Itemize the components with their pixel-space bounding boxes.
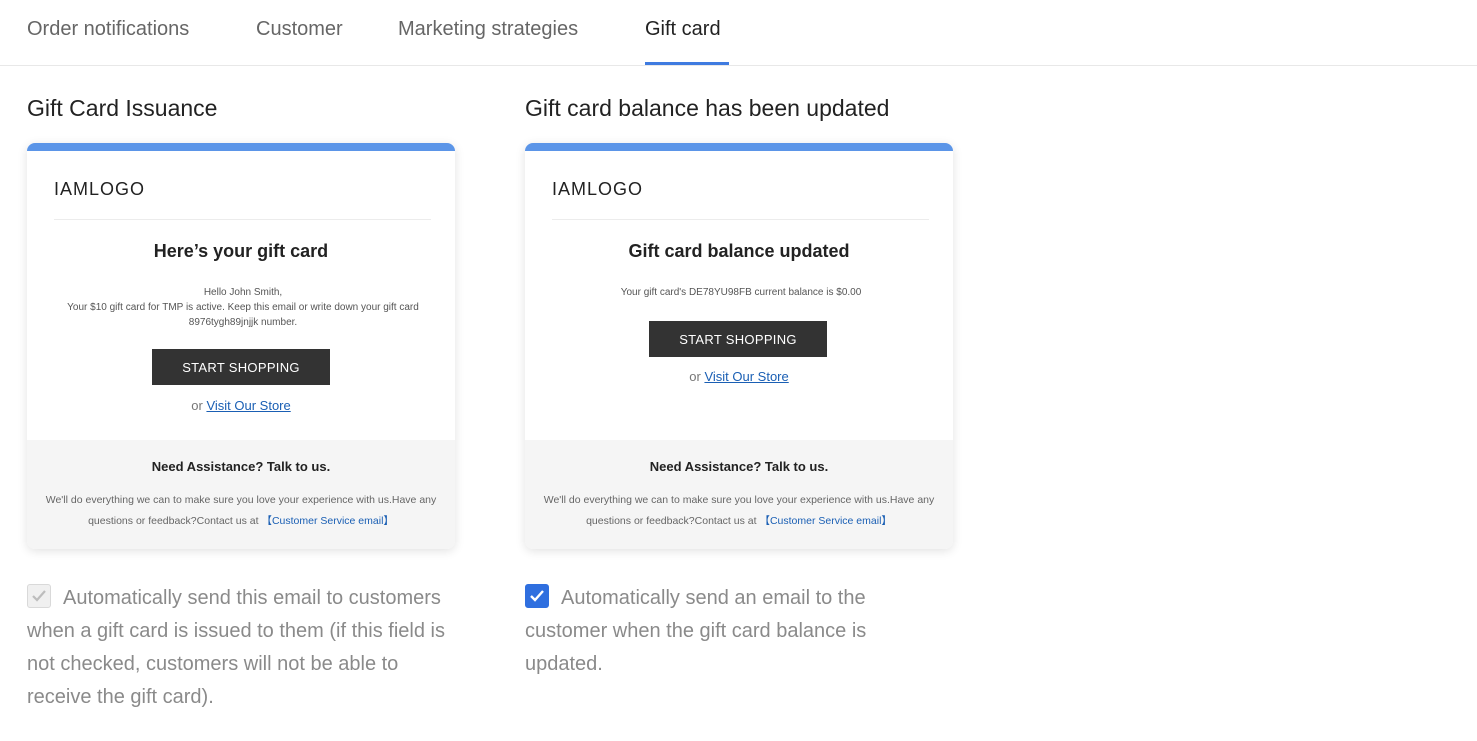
email-footer: Need Assistance? Talk to us. We'll do ev…	[27, 440, 455, 549]
email-footer: Need Assistance? Talk to us. We'll do ev…	[525, 440, 953, 549]
section-title-issuance: Gift Card Issuance	[27, 95, 218, 121]
email-heading: Here’s your gift card	[153, 241, 329, 261]
active-tab-indicator	[645, 62, 729, 65]
footer-title: Need Assistance? Talk to us.	[151, 459, 331, 474]
start-shopping-button[interactable]: START SHOPPING	[152, 349, 330, 385]
visit-store-link[interactable]: Visit Our Store	[704, 369, 788, 384]
customer-service-link[interactable]: 【Customer Service email】	[759, 515, 891, 527]
email-logo: IAMLOGO	[54, 179, 146, 199]
tab-order-notifications[interactable]: Order notifications	[27, 18, 189, 41]
tab-bar: Order notifications Customer Marketing s…	[0, 0, 1477, 66]
tab-marketing-strategies[interactable]: Marketing strategies	[398, 18, 578, 41]
email-preview-balance: IAMLOGO Gift card balance updated Your g…	[525, 143, 953, 549]
auto-send-issuance-checkbox[interactable]	[27, 584, 51, 608]
card-top-bar	[525, 143, 953, 151]
card-top-bar	[27, 143, 455, 151]
email-body-text: Your $10 gift card for TMP is active. Ke…	[67, 302, 419, 328]
email-heading: Gift card balance updated	[628, 241, 850, 261]
email-preview-issuance: IAMLOGO Here’s your gift card Hello John…	[27, 143, 455, 549]
auto-send-issuance-option: Automatically send this email to custome…	[27, 582, 467, 714]
auto-send-issuance-label: Automatically send this email to custome…	[27, 587, 445, 708]
logo-divider	[54, 219, 431, 220]
visit-store-link[interactable]: Visit Our Store	[206, 398, 290, 413]
section-title-balance: Gift card balance has been updated	[525, 95, 890, 121]
visit-store-line: or Visit Our Store	[27, 398, 455, 413]
email-greeting: Hello John Smith,	[203, 287, 283, 298]
check-icon	[32, 590, 46, 602]
logo-divider	[552, 219, 929, 220]
customer-service-link[interactable]: 【Customer Service email】	[261, 515, 393, 527]
tab-customer[interactable]: Customer	[256, 18, 343, 41]
email-logo: IAMLOGO	[552, 179, 644, 199]
auto-send-balance-label: Automatically send an email to the custo…	[525, 587, 867, 675]
check-icon	[530, 590, 544, 602]
or-text: or	[689, 369, 701, 384]
footer-text: We'll do everything we can to make sure …	[543, 490, 935, 532]
start-shopping-button[interactable]: START SHOPPING	[649, 321, 827, 357]
auto-send-balance-checkbox[interactable]	[525, 584, 549, 608]
or-text: or	[191, 398, 203, 413]
footer-title: Need Assistance? Talk to us.	[649, 459, 829, 474]
footer-text: We'll do everything we can to make sure …	[45, 490, 437, 532]
visit-store-line: or Visit Our Store	[525, 369, 953, 384]
tab-gift-card[interactable]: Gift card	[645, 18, 721, 41]
auto-send-balance-option: Automatically send an email to the custo…	[525, 582, 925, 681]
email-body-text: Your gift card's DE78YU98FB current bala…	[620, 287, 862, 298]
